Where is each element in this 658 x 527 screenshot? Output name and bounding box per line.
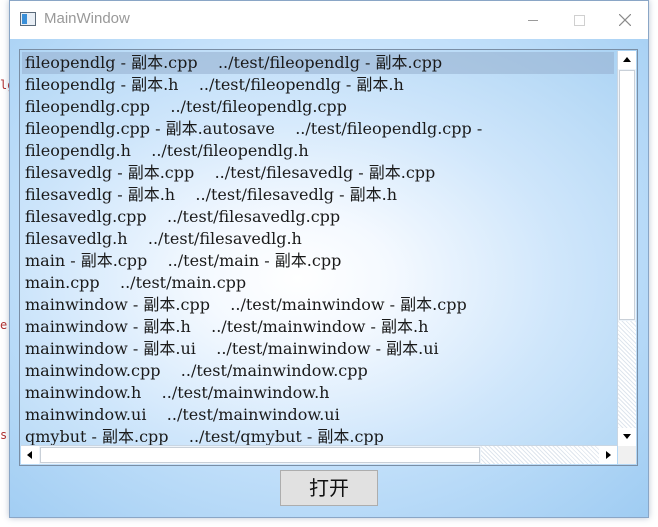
vertical-scroll-thumb[interactable] (619, 70, 635, 320)
list-item[interactable]: fileopendlg.cpp ../test/fileopendlg.cpp (22, 96, 614, 118)
list-item[interactable]: fileopendlg.h ../test/fileopendlg.h (22, 140, 614, 162)
scroll-up-button[interactable] (618, 51, 636, 69)
arrow-down-icon (623, 434, 631, 439)
arrow-up-icon (623, 57, 631, 62)
file-list[interactable]: fileopendlg - 副本.cpp ../test/fileopendlg… (19, 49, 638, 466)
open-button[interactable]: 打开 (280, 470, 378, 506)
list-item[interactable]: mainwindow.cpp ../test/mainwindow.cpp (22, 360, 614, 382)
list-item[interactable]: fileopendlg - 副本.cpp ../test/fileopendlg… (22, 52, 614, 74)
horizontal-scroll-thumb[interactable] (40, 447, 480, 463)
list-item[interactable]: qmybut - 副本.cpp ../test/qmybut - 副本.cpp (22, 426, 614, 445)
list-item[interactable]: fileopendlg.cpp - 副本.autosave ../test/fi… (22, 118, 614, 140)
list-item[interactable]: mainwindow.ui ../test/mainwindow.ui (22, 404, 614, 426)
scroll-right-button[interactable] (599, 446, 617, 464)
vertical-scroll-track[interactable] (618, 321, 636, 428)
list-item[interactable]: mainwindow - 副本.h ../test/mainwindow - 副… (22, 316, 614, 338)
arrow-right-icon (606, 451, 611, 459)
list-item[interactable]: main.cpp ../test/main.cpp (22, 272, 614, 294)
list-item[interactable]: mainwindow.h ../test/mainwindow.h (22, 382, 614, 404)
list-item[interactable]: filesavedlg - 副本.cpp ../test/filesavedlg… (22, 162, 614, 184)
horizontal-scroll-track[interactable] (481, 446, 599, 464)
main-window: MainWindow fileopendlg - 副本.cpp ../test/… (9, 0, 649, 518)
client-area: fileopendlg - 副本.cpp ../test/fileopendlg… (10, 39, 648, 517)
maximize-button[interactable] (556, 1, 602, 39)
list-item[interactable]: fileopendlg - 副本.h ../test/fileopendlg -… (22, 74, 614, 96)
scroll-left-button[interactable] (21, 446, 39, 464)
list-item[interactable]: filesavedlg.h ../test/filesavedlg.h (22, 228, 614, 250)
list-item[interactable]: mainwindow - 副本.cpp ../test/mainwindow -… (22, 294, 614, 316)
list-item[interactable]: filesavedlg - 副本.h ../test/filesavedlg -… (22, 184, 614, 206)
scrollbar-corner (618, 446, 636, 464)
arrow-left-icon (27, 451, 32, 459)
desktop-fragment: s (0, 428, 8, 442)
close-button[interactable] (602, 1, 648, 39)
horizontal-scrollbar[interactable] (21, 445, 617, 464)
minimize-button[interactable] (510, 1, 556, 39)
list-item[interactable]: mainwindow - 副本.ui ../test/mainwindow - … (22, 338, 614, 360)
file-list-items: fileopendlg - 副本.cpp ../test/fileopendlg… (22, 52, 614, 445)
app-window-icon (20, 12, 36, 26)
close-icon (619, 14, 631, 26)
scroll-down-button[interactable] (618, 428, 636, 446)
vertical-scrollbar[interactable] (617, 51, 636, 446)
title-bar[interactable]: MainWindow (10, 1, 648, 39)
list-item[interactable]: main - 副本.cpp ../test/main - 副本.cpp (22, 250, 614, 272)
list-item[interactable]: filesavedlg.cpp ../test/filesavedlg.cpp (22, 206, 614, 228)
window-title: MainWindow (44, 10, 130, 27)
